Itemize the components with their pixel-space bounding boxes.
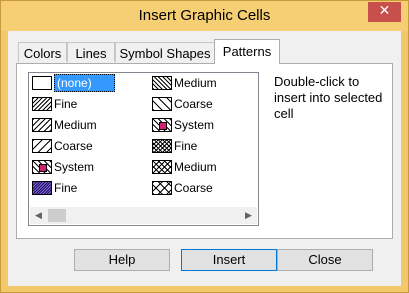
pattern-swatch-diagonal-coarse (32, 139, 52, 153)
insert-button[interactable]: Insert (181, 249, 277, 271)
patterns-listbox[interactable]: (none) Fine Medium Coarse System Fine Me… (28, 72, 259, 226)
title-bar[interactable]: Insert Graphic Cells ✕ (1, 1, 408, 31)
hint-text: Double-click to insert into selected cel… (274, 74, 383, 121)
close-button[interactable]: Close (277, 249, 373, 271)
help-button[interactable]: Help (74, 249, 170, 271)
pattern-swatch-diagonal-medium (32, 118, 52, 132)
list-item-label: Coarse (174, 97, 213, 111)
pattern-swatch-system-reverse (152, 118, 172, 132)
pattern-swatch-cross-fine (152, 139, 172, 153)
list-item-label: System (54, 160, 95, 174)
list-item[interactable]: Medium (149, 158, 258, 176)
list-item[interactable]: System (149, 116, 258, 134)
tab-symbol-shapes-label: Symbol Shapes (119, 46, 211, 61)
list-item[interactable]: Medium (149, 74, 258, 92)
list-item[interactable]: Fine (149, 137, 258, 155)
pattern-swatch-cross-coarse (152, 181, 172, 195)
list-item-label: Fine (54, 97, 78, 111)
pattern-swatch-reverse-coarse (152, 97, 172, 111)
close-window-button[interactable]: ✕ (368, 2, 401, 22)
tab-lines[interactable]: Lines (67, 42, 115, 62)
list-item-label: Coarse (174, 181, 213, 195)
tab-colors-label: Colors (23, 46, 62, 61)
pattern-swatch-purple-fine (32, 181, 52, 195)
list-item[interactable]: Fine (29, 95, 147, 113)
scrollbar-thumb[interactable] (48, 209, 66, 222)
tab-lines-label: Lines (75, 46, 107, 61)
tab-patterns[interactable]: Patterns (214, 39, 280, 64)
list-item-label: (none) (54, 74, 115, 92)
scroll-left-arrow-icon[interactable]: ◀ (30, 207, 47, 224)
patterns-panel: (none) Fine Medium Coarse System Fine Me… (16, 63, 393, 239)
pattern-swatch-cross-medium (152, 160, 172, 174)
list-item[interactable]: Medium (29, 116, 147, 134)
pattern-swatch-system (32, 160, 52, 174)
list-item-label: Medium (174, 76, 217, 90)
list-item-label: System (174, 118, 215, 132)
list-item-label: Fine (174, 139, 198, 153)
list-item[interactable]: Coarse (29, 137, 147, 155)
list-item[interactable]: System (29, 158, 147, 176)
tab-patterns-label: Patterns (222, 44, 272, 59)
pattern-swatch-none (32, 76, 52, 90)
tab-colors[interactable]: Colors (18, 42, 67, 62)
list-item[interactable]: Fine (29, 179, 147, 197)
window-title: Insert Graphic Cells (138, 7, 271, 24)
list-item-label: Medium (54, 118, 97, 132)
list-item[interactable]: Coarse (149, 179, 258, 197)
dialog-client: Colors Lines Symbol Shapes Patterns (non… (8, 31, 401, 286)
close-icon: ✕ (378, 3, 391, 19)
pattern-swatch-diagonal-fine (32, 97, 52, 111)
list-item-label: Medium (174, 160, 217, 174)
tab-symbol-shapes[interactable]: Symbol Shapes (115, 42, 215, 62)
horizontal-scrollbar[interactable]: ◀ ▶ (30, 207, 257, 224)
scroll-right-arrow-icon[interactable]: ▶ (240, 207, 257, 224)
list-item[interactable]: (none) (29, 74, 147, 92)
list-item-label: Fine (54, 181, 78, 195)
list-item[interactable]: Coarse (149, 95, 258, 113)
list-item-label: Coarse (54, 139, 93, 153)
pattern-swatch-reverse-fine (152, 76, 172, 90)
dialog-window: Insert Graphic Cells ✕ Colors Lines Symb… (0, 0, 409, 293)
